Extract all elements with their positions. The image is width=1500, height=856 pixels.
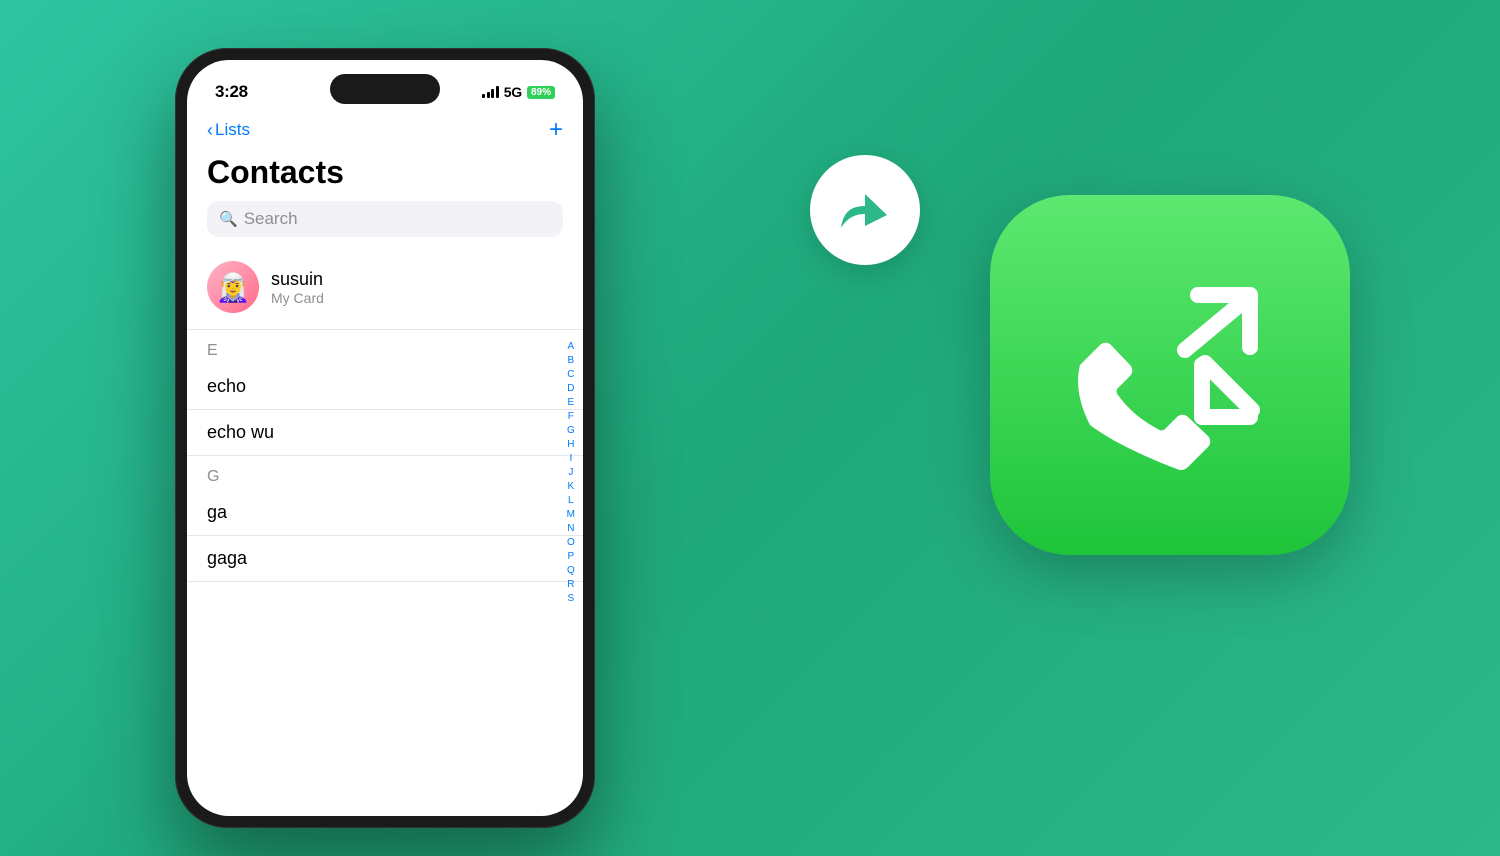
- alpha-m[interactable]: M: [567, 508, 575, 521]
- alpha-l[interactable]: L: [568, 494, 574, 507]
- contact-ga[interactable]: ga: [187, 490, 583, 536]
- alpha-j[interactable]: J: [568, 466, 573, 479]
- search-icon: 🔍: [219, 210, 238, 228]
- nav-back-label: Lists: [215, 120, 250, 140]
- alpha-r[interactable]: R: [567, 578, 574, 591]
- phone-frame: 3:28 5G 89% ‹: [175, 48, 595, 828]
- alpha-p[interactable]: P: [567, 550, 574, 563]
- battery-indicator: 89%: [527, 86, 555, 99]
- reply-arrow-icon: [835, 180, 895, 240]
- alpha-d[interactable]: D: [567, 382, 574, 395]
- signal-bar-1: [482, 94, 485, 98]
- reply-bubble: [810, 155, 920, 265]
- contact-echowu[interactable]: echo wu: [187, 410, 583, 456]
- alpha-a[interactable]: A: [567, 340, 574, 353]
- my-card-info: susuin My Card: [271, 269, 324, 306]
- alpha-c[interactable]: C: [567, 368, 574, 381]
- avatar-emoji: 🧝‍♀️: [216, 271, 251, 304]
- my-card-subtitle: My Card: [271, 290, 324, 306]
- alpha-s[interactable]: S: [567, 592, 574, 605]
- signal-bars-icon: [482, 86, 499, 98]
- alphabet-index[interactable]: A B C D E F G H I J K L M N O P Q: [567, 340, 575, 605]
- my-card-row[interactable]: 🧝‍♀️ susuin My Card: [187, 253, 583, 330]
- status-icons: 5G 89%: [482, 84, 555, 100]
- app-icon-svg: [1030, 245, 1310, 505]
- alpha-i[interactable]: I: [569, 452, 572, 465]
- alpha-n[interactable]: N: [567, 522, 574, 535]
- phone-screen: 3:28 5G 89% ‹: [187, 60, 583, 816]
- phone-mockup: 3:28 5G 89% ‹: [175, 48, 595, 828]
- alpha-g[interactable]: G: [567, 424, 575, 437]
- back-button[interactable]: ‹ Lists: [207, 120, 250, 141]
- search-placeholder: Search: [244, 209, 298, 229]
- alpha-k[interactable]: K: [567, 480, 574, 493]
- signal-bar-2: [487, 92, 490, 98]
- avatar: 🧝‍♀️: [207, 261, 259, 313]
- signal-type: 5G: [504, 84, 522, 100]
- contact-echo[interactable]: echo: [187, 364, 583, 410]
- add-contact-button[interactable]: +: [549, 118, 563, 142]
- nav-bar: ‹ Lists +: [187, 114, 583, 150]
- scene: 3:28 5G 89% ‹: [0, 0, 1500, 856]
- dynamic-island: [330, 74, 440, 104]
- alpha-o[interactable]: O: [567, 536, 575, 549]
- my-card-name: susuin: [271, 269, 324, 290]
- signal-bar-4: [496, 86, 499, 98]
- app-icon: [990, 195, 1350, 555]
- section-header-e: E: [187, 330, 583, 364]
- signal-bar-3: [491, 89, 494, 98]
- chevron-left-icon: ‹: [207, 120, 213, 141]
- contact-gaga[interactable]: gaga: [187, 536, 583, 582]
- alpha-b[interactable]: B: [567, 354, 574, 367]
- alpha-q[interactable]: Q: [567, 564, 575, 577]
- section-header-g: G: [187, 456, 583, 490]
- status-time: 3:28: [215, 82, 248, 102]
- alpha-f[interactable]: F: [568, 410, 574, 423]
- search-bar[interactable]: 🔍 Search: [207, 201, 563, 237]
- alpha-h[interactable]: H: [567, 438, 574, 451]
- page-title: Contacts: [187, 150, 583, 201]
- alpha-e[interactable]: E: [567, 396, 574, 409]
